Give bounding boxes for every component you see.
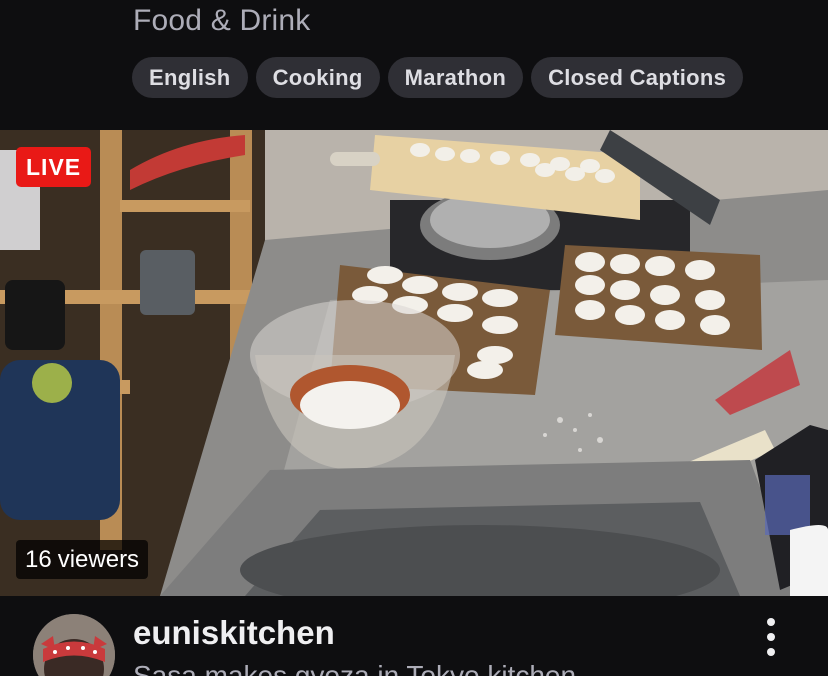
tag-closed-captions[interactable]: Closed Captions xyxy=(531,57,744,98)
more-vertical-icon-dot xyxy=(767,633,775,641)
tag-list: English Cooking Marathon Closed Captions xyxy=(132,57,744,98)
channel-info-row: euniskitchen Sasa makes gyoza in Tokyo k… xyxy=(0,596,828,676)
viewer-count-badge: 16 viewers xyxy=(16,540,149,579)
tag-marathon[interactable]: Marathon xyxy=(387,57,524,98)
avatar-image xyxy=(33,614,115,676)
avatar[interactable] xyxy=(33,614,115,676)
channel-name[interactable]: euniskitchen xyxy=(133,614,335,652)
viewer-count: 16 xyxy=(25,546,52,573)
viewer-label: viewers xyxy=(57,546,140,573)
more-options-button[interactable] xyxy=(756,616,786,658)
stream-thumbnail[interactable]: LIVE 16 viewers xyxy=(0,130,828,596)
category-link[interactable]: Food & Drink xyxy=(133,4,310,38)
video-frame-image xyxy=(0,130,828,596)
tag-english[interactable]: English xyxy=(132,57,248,98)
stream-title[interactable]: Sasa makes gyoza in Tokyo kitchen xyxy=(133,660,733,676)
tag-cooking[interactable]: Cooking xyxy=(255,57,380,98)
more-vertical-icon-dot xyxy=(767,648,775,656)
live-badge: LIVE xyxy=(16,147,92,187)
stream-card: Food & Drink English Cooking Marathon Cl… xyxy=(0,0,828,676)
more-vertical-icon xyxy=(767,618,775,626)
